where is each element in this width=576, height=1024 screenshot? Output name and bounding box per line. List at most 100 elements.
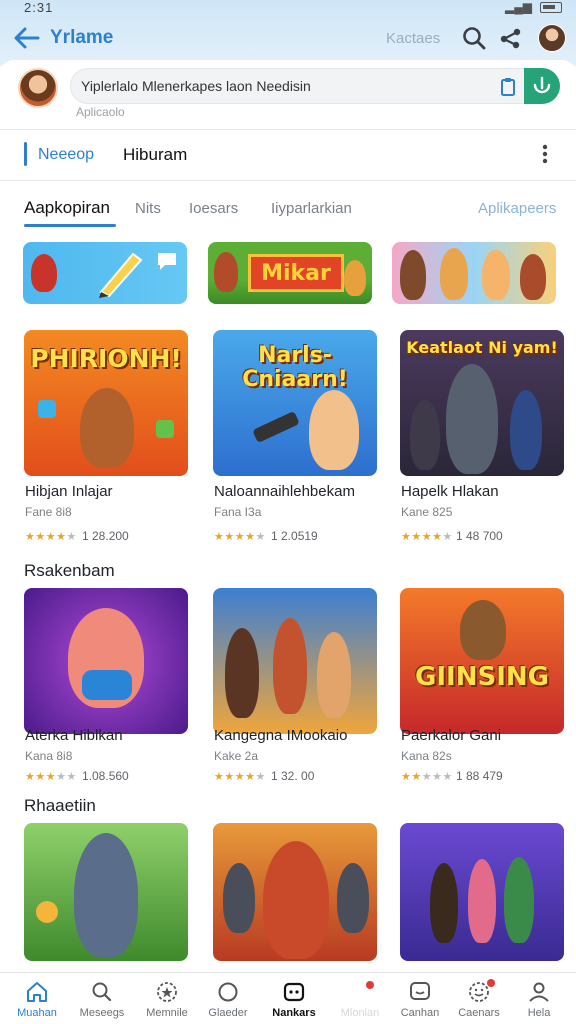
rating-stars: ★★★★★: [401, 531, 453, 543]
game-name[interactable]: Hibjan Inlajar: [25, 483, 113, 500]
game-thumbnail[interactable]: [213, 588, 377, 734]
divider: [0, 129, 576, 130]
gamepad-icon: [283, 982, 305, 1002]
tab-iiyparlarkian[interactable]: Iiyparlarkian: [271, 200, 352, 217]
rating-stars: ★★★★★: [214, 771, 266, 783]
game-name[interactable]: Paerkalor Gani: [401, 727, 501, 744]
more-options-icon[interactable]: [538, 142, 552, 166]
device-shape: [252, 410, 300, 444]
banner-edit[interactable]: [23, 242, 187, 304]
game-thumbnail[interactable]: [400, 823, 564, 961]
category-primary[interactable]: Neeeop: [38, 146, 94, 164]
character-figure: [400, 250, 426, 300]
user-avatar[interactable]: [18, 68, 58, 108]
search-sublabel: Aplicaolo: [76, 105, 125, 119]
voice-search-button[interactable]: [524, 68, 560, 104]
download-count: 1.08.560: [82, 769, 129, 783]
nav-label: Memnile: [146, 1007, 188, 1019]
banner-sign: Mikar: [248, 254, 344, 292]
rating-stars: ★★★★★: [25, 531, 77, 543]
signal-icon: ▂▄▆: [505, 0, 532, 14]
character-figure: [430, 863, 458, 943]
character-figure: [31, 254, 57, 292]
tab-aapkopiran[interactable]: Aapkopiran: [24, 198, 110, 218]
game-subtitle: Fane 8i8: [25, 505, 72, 519]
chat-bubble-icon: [158, 253, 176, 270]
game-subtitle: Kana 82s: [401, 749, 452, 763]
nav-label: Muahan: [17, 1007, 57, 1019]
pencil-icon: [99, 252, 143, 298]
profile-avatar[interactable]: [538, 24, 566, 52]
nav-label: Glaeder: [208, 1007, 248, 1019]
game-thumbnail[interactable]: PHIRIONH!: [24, 330, 188, 476]
character-figure: [80, 388, 134, 468]
nav-item-games[interactable]: Nankars: [262, 973, 326, 1024]
character-figure: [460, 600, 506, 660]
section-title: Rsakenbam: [24, 561, 115, 580]
game-thumbnail[interactable]: Keatlaot Ni yam!: [400, 330, 564, 476]
nav-item-smile[interactable]: Caenars: [447, 973, 511, 1024]
nav-item-search[interactable]: Meseegs: [70, 973, 134, 1024]
game-subtitle: Kake 2a: [214, 749, 259, 763]
banner-characters[interactable]: [392, 242, 556, 304]
tab-nits[interactable]: Nits: [135, 200, 161, 217]
nav-item-chat[interactable]: Canhan: [388, 973, 452, 1024]
category-secondary[interactable]: Hiburam: [123, 145, 187, 165]
game-name[interactable]: Kangegna IMookaio: [214, 727, 347, 744]
battery-icon: [540, 1, 562, 13]
category-indicator: [24, 142, 27, 166]
nav-item-circle[interactable]: Glaeder: [196, 973, 260, 1024]
download-count: 1 48 700: [456, 529, 503, 543]
home-icon: [27, 982, 47, 1002]
character-figure: [337, 863, 369, 933]
game-thumbnail[interactable]: GIINSING: [400, 588, 564, 734]
game-name[interactable]: Naloannaihlehbekam: [214, 483, 355, 500]
active-tab-indicator: [24, 224, 116, 227]
status-icons: ▂▄▆: [505, 0, 562, 14]
game-thumbnail[interactable]: [24, 823, 188, 961]
game-name[interactable]: Hapelk Hlakan: [401, 483, 499, 500]
coin-shape: [36, 901, 58, 923]
search-value: Yiplerlalo Mlenerkapes laon Needisin: [81, 78, 311, 94]
thumbnail-title: GIINSING: [415, 662, 549, 692]
character-figure: [223, 863, 255, 933]
nav-label: Hela: [527, 1007, 551, 1019]
search-input[interactable]: Yiplerlalo Mlenerkapes laon Needisin: [70, 68, 560, 104]
character-figure: [309, 390, 359, 470]
search-icon: [92, 982, 112, 1002]
game-name[interactable]: Aterka Hiblkan: [25, 727, 123, 744]
chat-icon: [410, 982, 430, 1000]
thumbnail-title: PHIRIONH!: [30, 344, 182, 373]
back-arrow-icon[interactable]: [12, 24, 42, 52]
tab-ioesars[interactable]: Ioesars: [189, 200, 238, 217]
thumbnail-title: Narls-Cniaarn!: [242, 343, 348, 392]
character-figure: [273, 618, 307, 714]
header-link[interactable]: Kactaes: [386, 30, 440, 47]
app-header: 2:31 ▂▄▆ Yrlame Kactaes: [0, 0, 576, 66]
game-thumbnail[interactable]: [213, 823, 377, 961]
game-thumbnail[interactable]: [24, 588, 188, 734]
character-figure: [317, 632, 351, 718]
nav-label: Caenars: [458, 1007, 500, 1019]
search-icon[interactable]: [460, 24, 488, 52]
person-icon: [529, 982, 549, 1002]
banner-mikar[interactable]: Mikar: [208, 242, 372, 304]
character-figure: [225, 628, 259, 718]
star-badge-icon: [157, 982, 177, 1002]
see-all-link[interactable]: Aplikapeers: [478, 200, 556, 217]
character-figure: [482, 250, 510, 300]
game-thumbnail[interactable]: Narls-Cniaarn!: [213, 330, 377, 476]
nav-item-profile[interactable]: Hela: [507, 973, 571, 1024]
bottom-navigation: Muahan Meseegs Memnile Glaeder Nankars M…: [0, 972, 576, 1024]
clipboard-icon[interactable]: [497, 76, 519, 98]
nav-item-notifications[interactable]: Mlonlan: [328, 973, 392, 1024]
nav-label: Nankars: [272, 1007, 316, 1019]
section-title: Rhaaetiin: [24, 796, 96, 815]
nav-item-home[interactable]: Muahan: [5, 973, 69, 1024]
download-count: 1 28.200: [82, 529, 129, 543]
download-count: 1 32. 00: [271, 769, 315, 783]
character-figure: [410, 400, 440, 470]
share-icon[interactable]: [497, 24, 525, 52]
nav-item-badge[interactable]: Memnile: [135, 973, 199, 1024]
gem-shape: [38, 400, 56, 418]
